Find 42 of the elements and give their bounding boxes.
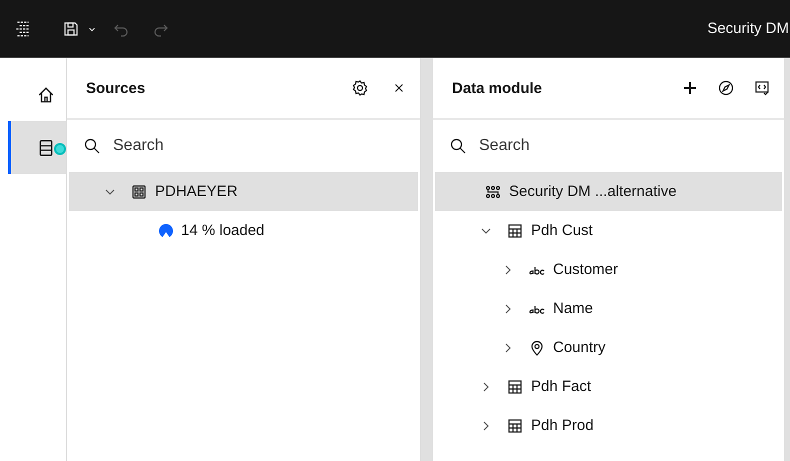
tree-row[interactable]: 14 % loaded — [69, 211, 418, 250]
location-pin-icon — [529, 340, 545, 356]
settings-button[interactable] — [352, 80, 368, 96]
save-icon — [63, 20, 79, 36]
home-icon — [37, 86, 55, 104]
loading-icon — [159, 224, 173, 238]
table-icon — [507, 418, 523, 434]
tree-row[interactable]: Country — [435, 328, 782, 367]
validate-button[interactable] — [754, 80, 770, 96]
search-field[interactable]: Search — [111, 136, 315, 156]
chevron-icon[interactable] — [105, 186, 115, 196]
chevron-icon[interactable] — [503, 304, 513, 314]
compass-icon — [718, 80, 734, 96]
panel-title: Data module — [452, 80, 542, 96]
data-button[interactable] — [8, 121, 66, 174]
chevron-icon[interactable] — [503, 342, 513, 352]
tree-row[interactable]: Security DM ...alternative — [435, 172, 782, 211]
panel-title: Sources — [86, 80, 146, 96]
chevron-icon[interactable] — [481, 420, 491, 430]
table-icon — [507, 378, 523, 394]
add-icon — [682, 80, 698, 96]
search-icon — [450, 138, 466, 154]
module-icon — [485, 184, 501, 200]
code-check-icon — [754, 80, 770, 96]
database-icon — [131, 184, 147, 200]
tree-row[interactable]: Pdh Fact — [435, 367, 782, 406]
add-button[interactable] — [682, 80, 698, 96]
table-icon — [507, 222, 523, 238]
tree-row[interactable]: PDHAEYER — [69, 172, 418, 211]
gear-icon — [352, 80, 368, 96]
tree-row[interactable]: Pdh Cust — [435, 211, 782, 250]
tree-row[interactable]: Name — [435, 289, 782, 328]
chevron-icon[interactable] — [503, 264, 513, 274]
chevron-icon[interactable] — [481, 226, 491, 236]
search-field[interactable]: Search — [477, 136, 681, 156]
search-icon — [84, 138, 100, 154]
window-title: Security DM — [707, 20, 789, 37]
database-icon — [37, 138, 55, 156]
chevron-icon[interactable] — [481, 382, 491, 392]
compass-button[interactable] — [718, 80, 734, 96]
tree-row[interactable]: Customer — [435, 250, 782, 289]
tree-row[interactable]: Pdh Prod — [435, 406, 782, 445]
